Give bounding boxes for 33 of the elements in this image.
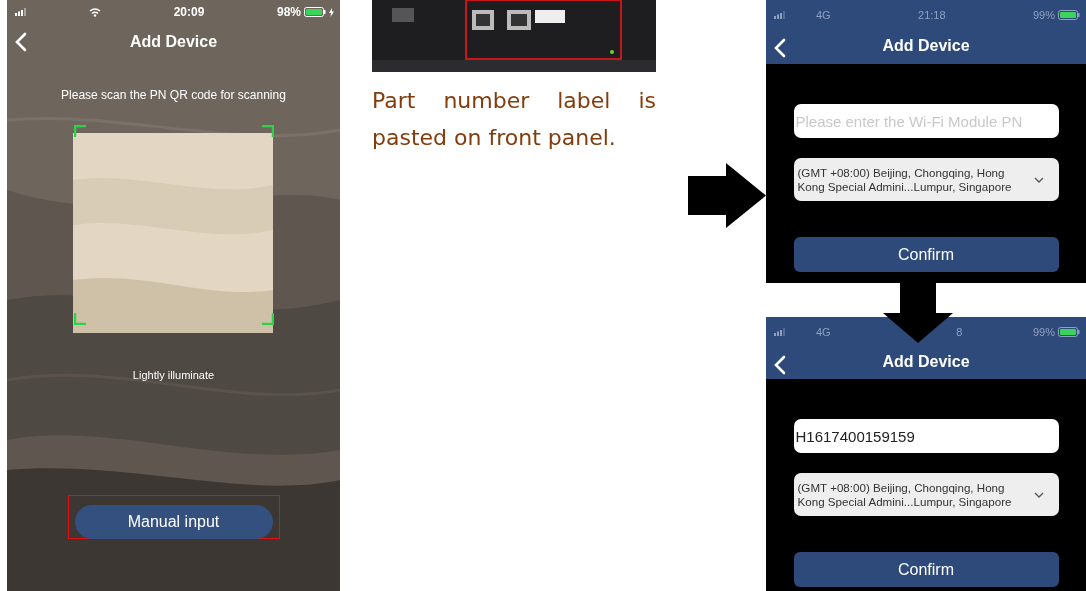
back-icon[interactable] xyxy=(774,355,786,375)
battery-percent: 99% xyxy=(1032,9,1055,21)
chevron-down-icon xyxy=(1033,176,1044,183)
back-icon[interactable] xyxy=(15,32,27,52)
battery-icon xyxy=(1058,327,1080,337)
charging-icon xyxy=(329,7,334,17)
back-icon[interactable] xyxy=(774,38,786,58)
caption-text: Part number label is pasted on front panel. xyxy=(372,87,656,152)
screen-title: Add Device xyxy=(129,33,218,51)
battery-percent: 98% xyxy=(276,5,301,19)
battery-icon xyxy=(1058,10,1080,20)
confirm-button[interactable]: Confirm xyxy=(793,552,1059,587)
lighting-hint: Lightly illuminate xyxy=(132,369,215,381)
signal-icon xyxy=(774,11,788,19)
network-label: 4G xyxy=(816,9,831,21)
manual-input-button[interactable]: Manual input xyxy=(74,505,273,539)
wifi-icon xyxy=(89,7,101,17)
battery-percent: 99% xyxy=(1032,326,1055,338)
scan-instruction: Please scan the PN QR code for scanning xyxy=(61,88,286,102)
timezone-dropdown[interactable]: (GMT +08:00) Beijing, Chongqing, Hong Kong Special Admini...Lumpur, Singapore xyxy=(793,473,1059,516)
timezone-dropdown[interactable]: (GMT +08:00) Beijing, Chongqing, Hong Kong Special Admini...Lumpur, Singapore xyxy=(793,158,1059,201)
screen-title: Add Device xyxy=(882,37,970,55)
status-time: 20:09 xyxy=(173,5,205,19)
chevron-down-icon xyxy=(1033,491,1044,498)
confirm-button[interactable]: Confirm xyxy=(793,237,1059,272)
status-time: 8 xyxy=(956,326,963,338)
signal-icon xyxy=(774,328,788,336)
network-label: 4G xyxy=(816,326,831,338)
signal-icon xyxy=(15,8,29,16)
pn-input-field[interactable]: H1617400159159 xyxy=(793,419,1059,453)
battery-icon xyxy=(304,7,326,17)
screen-title: Add Device xyxy=(882,353,970,371)
status-time: 21:18 xyxy=(918,9,946,21)
